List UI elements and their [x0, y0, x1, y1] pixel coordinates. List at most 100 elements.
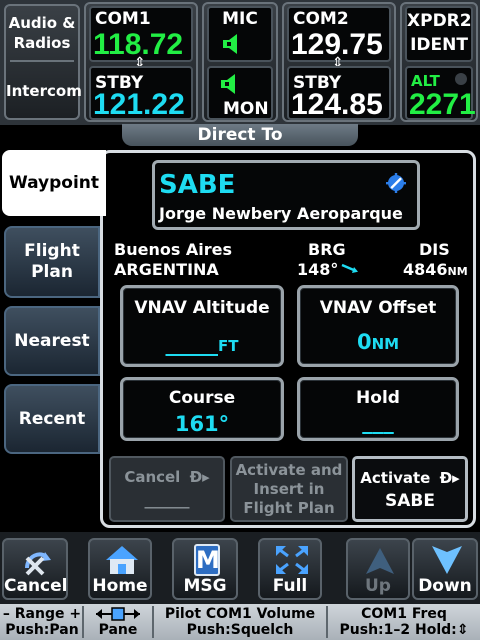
mic-box[interactable]: MIC — [207, 6, 273, 62]
help-separator — [326, 606, 328, 638]
freq-help-line-2: Push:1–2 Hold:⇕ — [339, 622, 469, 638]
cancel-direct-to-label: Cancel — [124, 468, 181, 486]
audio-radios-label-2: Radios — [13, 34, 71, 52]
help-separator — [82, 606, 84, 638]
vnav-offset-button[interactable]: VNAV Offset 0NM — [297, 285, 459, 367]
vnav-altitude-button[interactable]: VNAV Altitude _____FT — [120, 285, 284, 367]
activate-direct-to-value: SABE — [385, 491, 435, 511]
volume-help-line-2: Push:Squelch — [186, 622, 294, 638]
activate-insert-label-3: Flight Plan — [243, 499, 335, 517]
freq-help-line-1: COM1 Freq — [361, 606, 447, 622]
tab-nearest[interactable]: Nearest — [4, 306, 100, 376]
cancel-softkey-label: Cancel — [4, 576, 68, 596]
com2-standby-freq: 124.85 — [291, 88, 383, 121]
com1-button[interactable]: COM1 118.72 ⇕ STBY 121.22 — [84, 2, 198, 122]
pane-help-label: Pane — [98, 622, 138, 638]
vnav-offset-unit: NM — [371, 335, 400, 353]
range-help-line-1: – Range + — [2, 606, 82, 622]
page-title: Direct To — [122, 124, 358, 146]
waypoint-selector[interactable]: SABE Jorge Newbery Aeroparque — [152, 160, 420, 230]
xpdr-label: XPDR2 — [407, 11, 472, 31]
down-softkey-label: Down — [418, 576, 472, 596]
hold-value: ___ — [362, 410, 394, 434]
com1-label: COM1 — [95, 9, 151, 29]
activate-direct-to-title: Activate Ð▸ — [355, 469, 465, 488]
xpdr-ident-label: IDENT — [410, 35, 468, 55]
dis-number: 4846 — [403, 260, 448, 279]
down-arrow-icon — [432, 546, 462, 574]
full-softkey[interactable]: Full — [258, 538, 322, 600]
range-help-line-2: Push:Pan — [5, 622, 79, 638]
mic-label: MIC — [222, 9, 258, 29]
tab-recent[interactable]: Recent — [4, 384, 100, 454]
course-label: Course — [168, 388, 236, 408]
mon-box[interactable]: MON — [207, 66, 273, 120]
cancel-softkey[interactable]: Cancel — [2, 538, 68, 600]
range-help: – Range + Push:Pan — [2, 606, 82, 638]
vnav-altitude-unit: FT — [218, 337, 239, 355]
pane-help: Pane — [86, 606, 150, 638]
cancel-direct-to-title: Cancel Ð▸ — [111, 468, 223, 487]
com2-active-box[interactable]: COM2 129.75 — [287, 6, 391, 62]
direct-to-icon: Ð▸ — [439, 469, 460, 487]
audio-radios-label: Audio & — [8, 14, 76, 32]
tab-flight-plan[interactable]: Flight Plan — [4, 226, 100, 298]
vnav-altitude-value: _____FT — [123, 332, 281, 356]
up-softkey[interactable]: Up — [346, 538, 410, 600]
course-button[interactable]: Course 161° — [120, 377, 284, 441]
vnav-offset-value: 0NM — [300, 330, 456, 354]
com1-standby-freq: 121.22 — [93, 88, 185, 121]
vnav-offset-label: VNAV Offset — [319, 298, 437, 318]
up-arrow-icon — [366, 548, 394, 574]
home-softkey-label: Home — [92, 576, 148, 596]
waypoint-name: Jorge Newbery Aeroparque — [159, 204, 403, 223]
tab-waypoint-label: Waypoint — [8, 172, 100, 193]
com1-standby-box[interactable]: STBY 121.22 — [89, 66, 193, 120]
msg-softkey[interactable]: M MSG — [172, 538, 238, 600]
mon-speaker-icon — [221, 74, 235, 94]
pane-arrows-icon — [96, 607, 140, 621]
msg-icon: M — [194, 544, 220, 576]
vnav-altitude-number: _____ — [165, 332, 219, 356]
xpdr-code: 2271 — [409, 88, 476, 121]
msg-softkey-label: MSG — [183, 576, 227, 596]
volume-help: Pilot COM1 Volume Push:Squelch — [156, 606, 324, 638]
tab-waypoint[interactable]: Waypoint — [2, 150, 106, 216]
vnav-altitude-label: VNAV Altitude — [134, 298, 270, 318]
xpdr-code-box[interactable]: ALT 2271 — [405, 66, 476, 121]
bearing-pointer-icon — [341, 263, 358, 273]
hold-button[interactable]: Hold ___ — [297, 377, 459, 441]
xpdr-reply-icon — [455, 73, 467, 85]
full-screen-icon — [276, 546, 308, 574]
activate-insert-button[interactable]: Activate and Insert in Flight Plan — [230, 456, 348, 522]
dis-label: DIS — [419, 240, 450, 259]
mon-label: MON — [223, 99, 269, 119]
xpdr-ident-box[interactable]: XPDR2 IDENT — [405, 6, 473, 62]
mic-mon-button[interactable]: MIC MON — [202, 2, 278, 122]
volume-help-line-1: Pilot COM1 Volume — [164, 606, 316, 622]
tab-recent-label: Recent — [18, 408, 86, 429]
brg-label: BRG — [308, 240, 346, 259]
mic-speaker-icon — [223, 34, 237, 54]
activate-insert-label-2: Insert in — [253, 480, 325, 498]
activate-direct-to-button[interactable]: Activate Ð▸ SABE — [352, 456, 468, 522]
course-value: 161° — [174, 412, 230, 436]
tab-nearest-label: Nearest — [14, 330, 90, 351]
vnav-offset-number: 0 — [356, 330, 372, 354]
hold-label: Hold — [356, 388, 400, 408]
cancel-direct-to-button[interactable]: Cancel Ð▸ ______ — [109, 456, 225, 522]
dis-value: 4846NM — [403, 260, 468, 279]
audio-radios-button[interactable]: Audio & Radios Intercom — [4, 4, 82, 120]
direct-to-icon: Ð▸ — [189, 468, 210, 486]
cancel-icon — [25, 552, 51, 576]
brg-value: 148° — [297, 260, 339, 279]
freq-help: COM1 Freq Push:1–2 Hold:⇕ — [330, 606, 478, 638]
xpdr-button[interactable]: XPDR2 IDENT ALT 2271 — [400, 2, 478, 122]
com1-active-box[interactable]: COM1 118.72 — [89, 6, 193, 62]
down-softkey[interactable]: Down — [412, 538, 478, 600]
com2-button[interactable]: COM2 129.75 ⇕ STBY 124.85 — [282, 2, 396, 122]
tab-flight-plan-label-2: Plan — [31, 262, 73, 282]
com2-standby-box[interactable]: STBY 124.85 — [287, 66, 391, 120]
intercom-label: Intercom — [6, 82, 82, 100]
home-softkey[interactable]: Home — [88, 538, 152, 600]
